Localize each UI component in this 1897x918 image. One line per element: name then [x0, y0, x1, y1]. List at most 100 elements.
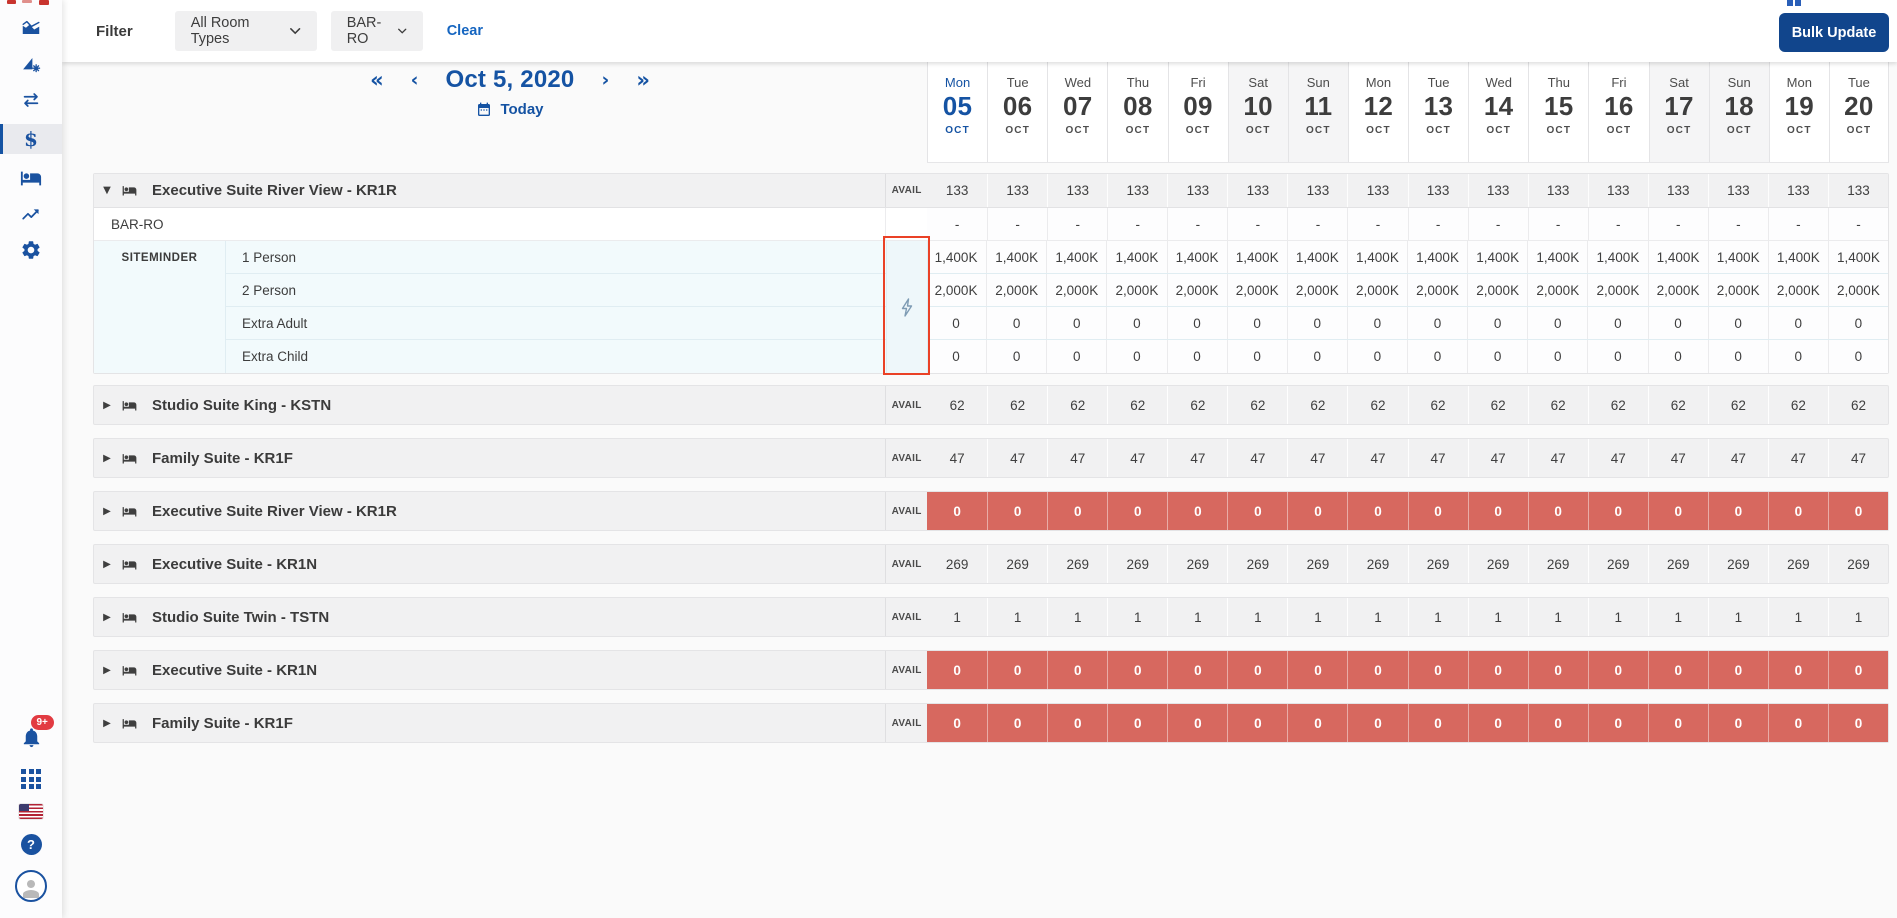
rate-cell[interactable]: 0	[1467, 340, 1527, 373]
day-header-sat-17[interactable]: Sat17OCT	[1649, 62, 1709, 162]
rate-cell[interactable]: 0	[1527, 307, 1587, 339]
day-header-tue-06[interactable]: Tue06OCT	[987, 62, 1047, 162]
next-day-button[interactable]: ›	[601, 71, 609, 90]
rate-cell[interactable]: 0	[1648, 307, 1708, 339]
help-icon[interactable]: ?	[21, 834, 42, 855]
room-row[interactable]: ▶ Family Suite - KR1F AVAIL 000000000000…	[93, 703, 1889, 743]
room-row[interactable]: ▶ Family Suite - KR1F AVAIL 474747474747…	[93, 438, 1889, 478]
rate-cell[interactable]: 0	[1768, 307, 1828, 339]
day-header-sat-10[interactable]: Sat10OCT	[1228, 62, 1288, 162]
rate-cell[interactable]: 1,400K	[1106, 241, 1166, 273]
sidebar-item-rate-insights[interactable]	[0, 52, 62, 76]
sidebar-item-rates[interactable]: $	[0, 124, 62, 154]
us-flag-icon[interactable]	[19, 804, 43, 819]
expand-icon[interactable]: ▶	[100, 665, 114, 676]
expand-icon[interactable]: ▶	[100, 612, 114, 623]
rate-cell[interactable]: -	[1468, 208, 1528, 240]
bulk-update-button[interactable]: Bulk Update	[1779, 13, 1889, 52]
rate-cell[interactable]: 0	[926, 340, 986, 373]
rate-cell[interactable]: 0	[1587, 307, 1647, 339]
rate-cell[interactable]: 0	[1167, 307, 1227, 339]
day-header-mon-19[interactable]: Mon19OCT	[1769, 62, 1829, 162]
notifications-button[interactable]: 9+	[20, 726, 43, 754]
rate-cell[interactable]: 1,400K	[926, 241, 986, 273]
rate-plan-dropdown[interactable]: BAR-RO	[331, 11, 423, 51]
day-header-tue-13[interactable]: Tue13OCT	[1408, 62, 1468, 162]
rate-cell[interactable]: 0	[1648, 340, 1708, 373]
rate-cell[interactable]: 0	[1347, 340, 1407, 373]
rate-cell[interactable]: -	[1227, 208, 1287, 240]
day-header-sun-11[interactable]: Sun11OCT	[1288, 62, 1348, 162]
rate-cell[interactable]: -	[1648, 208, 1708, 240]
today-button[interactable]: Today	[330, 101, 690, 118]
day-header-fri-16[interactable]: Fri16OCT	[1588, 62, 1648, 162]
rate-cell[interactable]: 2,000K	[1708, 274, 1768, 306]
sidebar-item-inventory[interactable]	[0, 166, 62, 190]
room-row[interactable]: ▶ Studio Suite Twin - TSTN AVAIL 1111111…	[93, 597, 1889, 637]
rate-cell[interactable]: 2,000K	[1828, 274, 1888, 306]
clear-filters-link[interactable]: Clear	[447, 23, 483, 39]
rate-cell[interactable]: 2,000K	[1407, 274, 1467, 306]
rate-cell[interactable]: -	[1107, 208, 1167, 240]
rate-cell[interactable]: 0	[1287, 340, 1347, 373]
rate-cell[interactable]: 0	[1227, 307, 1287, 339]
prev-day-button[interactable]: ‹	[411, 71, 419, 90]
rate-cell[interactable]: -	[1708, 208, 1768, 240]
rate-cell[interactable]: 0	[1587, 340, 1647, 373]
expand-icon[interactable]: ▶	[100, 718, 114, 729]
rate-cell[interactable]: 1,400K	[1587, 241, 1647, 273]
day-header-sun-18[interactable]: Sun18OCT	[1709, 62, 1769, 162]
day-header-fri-09[interactable]: Fri09OCT	[1168, 62, 1228, 162]
rate-cell[interactable]: 2,000K	[1046, 274, 1106, 306]
rate-cell[interactable]: 2,000K	[1167, 274, 1227, 306]
rate-cell[interactable]: 2,000K	[1106, 274, 1166, 306]
rate-cell[interactable]: 0	[1828, 340, 1888, 373]
rate-cell[interactable]: 0	[986, 307, 1046, 339]
rate-cell[interactable]: 2,000K	[1467, 274, 1527, 306]
rate-cell[interactable]: -	[1828, 208, 1888, 240]
rate-cell[interactable]: 0	[986, 340, 1046, 373]
rate-cell[interactable]: 0	[1407, 307, 1467, 339]
rate-cell[interactable]: 1,400K	[1648, 241, 1708, 273]
expand-icon[interactable]: ▶	[100, 559, 114, 570]
rate-cell[interactable]: 2,000K	[1587, 274, 1647, 306]
rate-cell[interactable]: 0	[1407, 340, 1467, 373]
rate-cell[interactable]: -	[927, 208, 987, 240]
expand-icon[interactable]: ▶	[100, 400, 114, 411]
rate-cell[interactable]: -	[1528, 208, 1588, 240]
rate-cell[interactable]: -	[1588, 208, 1648, 240]
rate-cell[interactable]: -	[1167, 208, 1227, 240]
rate-cell[interactable]: 2,000K	[1227, 274, 1287, 306]
day-header-mon-05[interactable]: Mon05OCT	[927, 62, 987, 162]
rate-cell[interactable]: 1,400K	[1768, 241, 1828, 273]
prev-week-button[interactable]: «	[370, 70, 384, 91]
day-header-tue-20[interactable]: Tue20OCT	[1829, 62, 1889, 162]
next-week-button[interactable]: »	[636, 70, 650, 91]
rate-cell[interactable]: 0	[1287, 307, 1347, 339]
room-row[interactable]: ▶ Executive Suite River View - KR1R AVAI…	[93, 491, 1889, 531]
rate-cell[interactable]: 1,400K	[1467, 241, 1527, 273]
rate-cell[interactable]: 0	[1708, 340, 1768, 373]
day-header-thu-15[interactable]: Thu15OCT	[1528, 62, 1588, 162]
rate-cell[interactable]: 1,400K	[1708, 241, 1768, 273]
room-types-dropdown[interactable]: All Room Types	[175, 11, 317, 51]
room-row[interactable]: ▶ Executive Suite - KR1N AVAIL 000000000…	[93, 650, 1889, 690]
expand-icon[interactable]: ▶	[100, 506, 114, 517]
rate-cell[interactable]: 1,400K	[1287, 241, 1347, 273]
rate-cell[interactable]: 2,000K	[1287, 274, 1347, 306]
rate-cell[interactable]: 0	[1106, 307, 1166, 339]
rate-cell[interactable]: 2,000K	[1347, 274, 1407, 306]
sidebar-item-trends[interactable]	[0, 202, 62, 226]
rate-cell[interactable]: 0	[1046, 307, 1106, 339]
day-header-thu-08[interactable]: Thu08OCT	[1107, 62, 1167, 162]
rate-cell[interactable]: -	[1768, 208, 1828, 240]
rate-cell[interactable]: -	[1408, 208, 1468, 240]
room-row[interactable]: ▶ Studio Suite King - KSTN AVAIL 6262626…	[93, 385, 1889, 425]
rate-cell[interactable]: 0	[1708, 307, 1768, 339]
rate-cell[interactable]: -	[1287, 208, 1347, 240]
sidebar-item-performance[interactable]	[0, 16, 62, 40]
rate-cell[interactable]: 2,000K	[1648, 274, 1708, 306]
room-row-header[interactable]: ▼ Executive Suite River View - KR1R AVAI…	[94, 174, 1888, 208]
room-row[interactable]: ▶ Executive Suite - KR1N AVAIL 269269269…	[93, 544, 1889, 584]
rate-cell[interactable]: 0	[1768, 340, 1828, 373]
